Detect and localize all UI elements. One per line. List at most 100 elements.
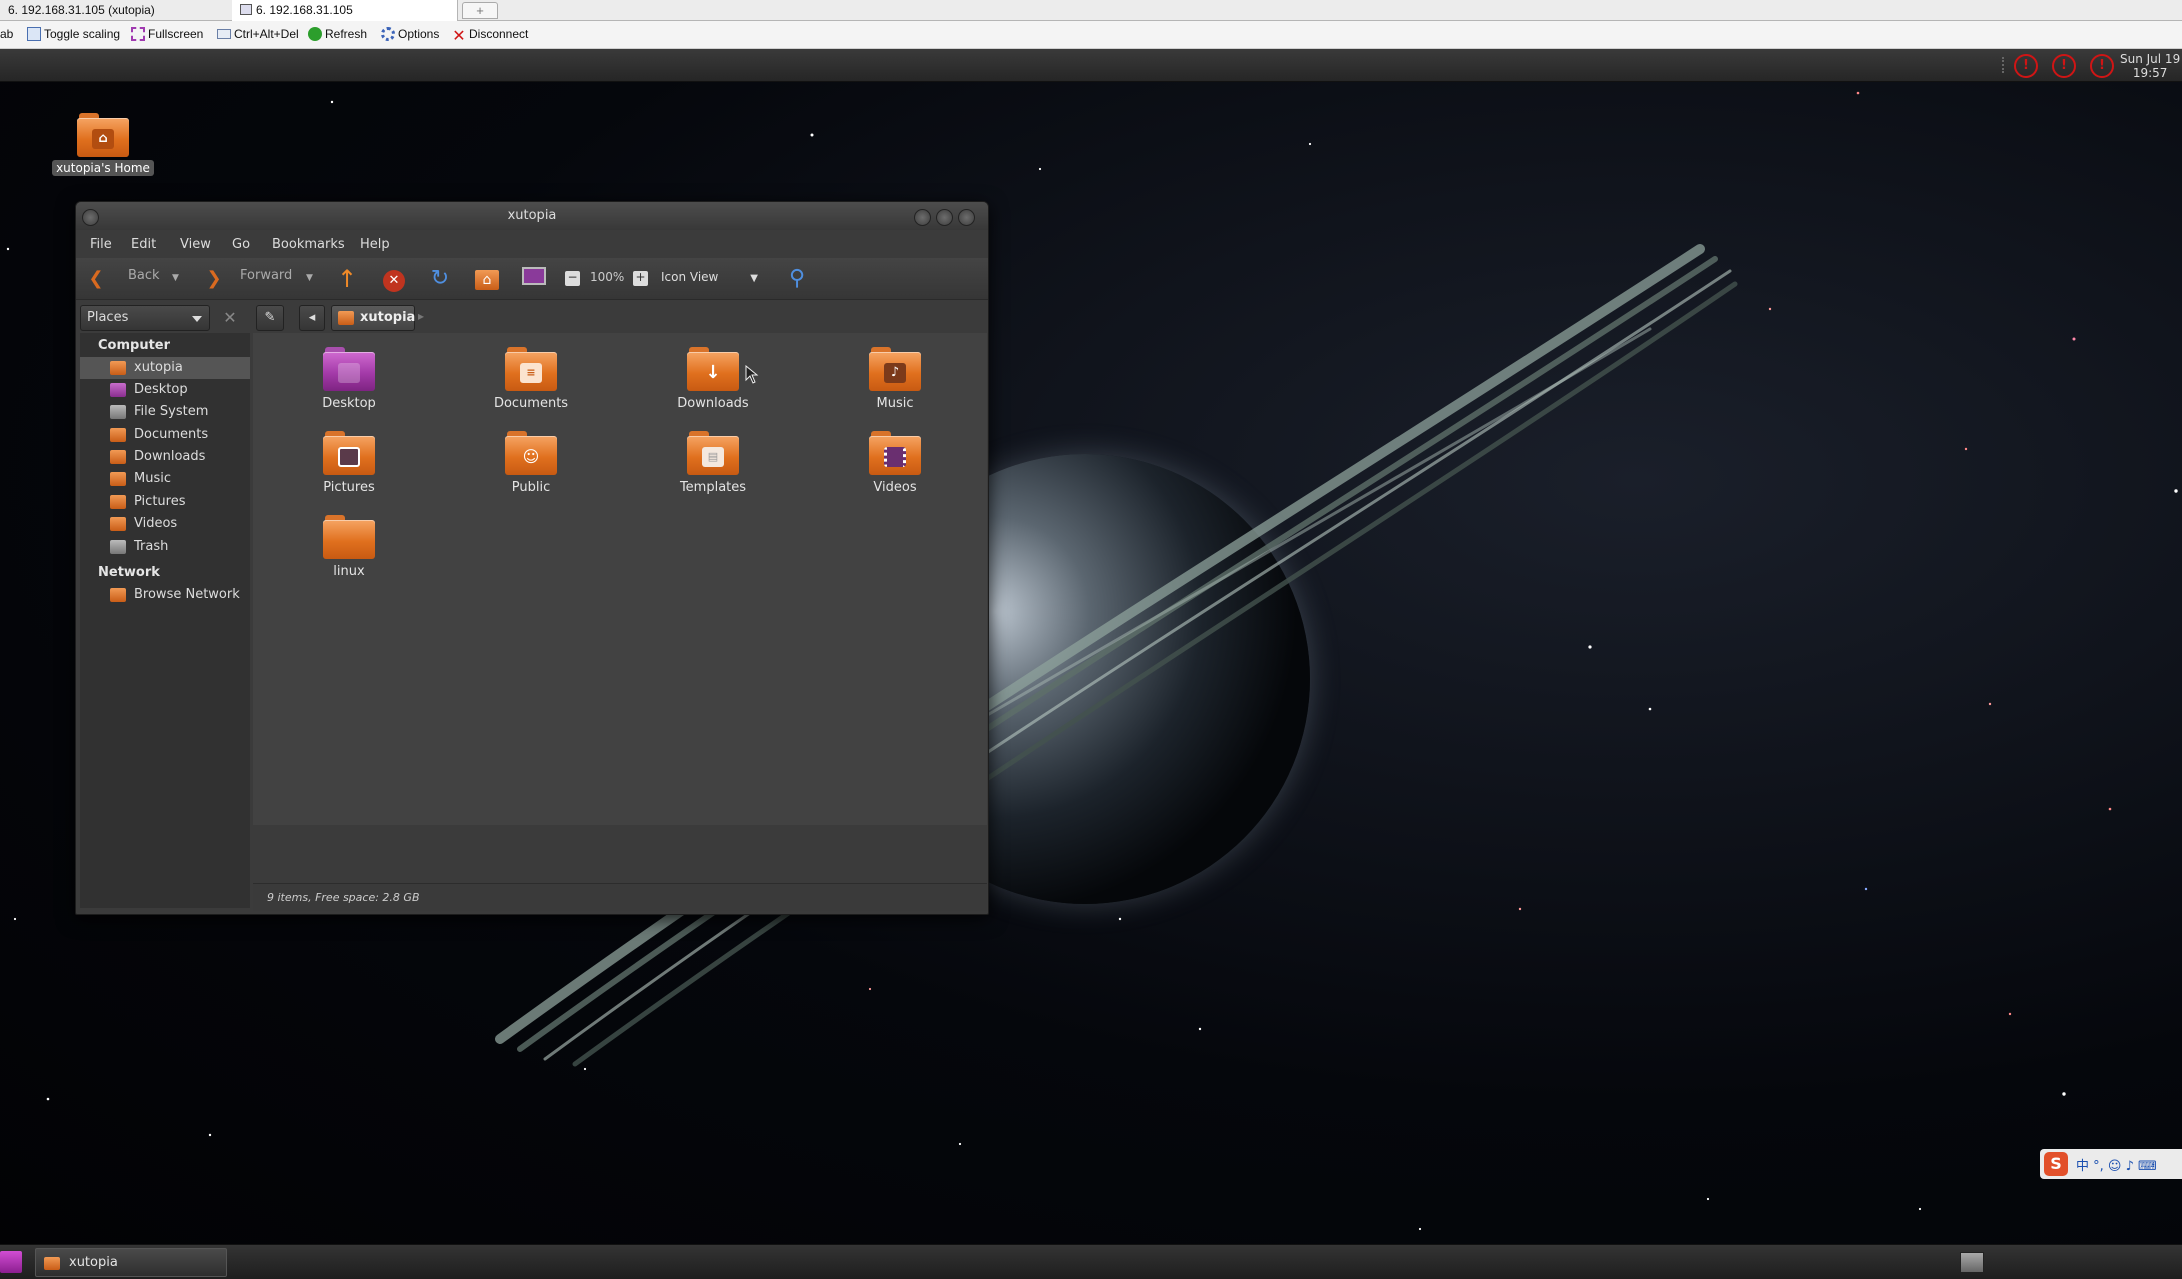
view-mode-select[interactable]: Icon View ▼ [661,270,758,284]
fullscreen-button[interactable]: Fullscreen [131,27,203,41]
home-folder-icon [44,1257,60,1270]
up-arrow-icon[interactable]: ↑ [335,267,359,291]
show-desktop-icon[interactable] [1960,1252,1984,1273]
alert-icon[interactable]: ! [2052,54,2076,78]
sidebar-item-pictures[interactable]: Pictures [80,491,250,513]
sidebar-item-music[interactable]: Music [80,468,250,490]
minimize-button[interactable] [914,209,931,226]
sogou-logo-icon[interactable]: S [2044,1152,2068,1176]
sidebar-item-downloads[interactable]: Downloads [80,446,250,468]
keyboard-icon [217,29,231,39]
file-item-music[interactable]: ♪ Music [825,347,965,411]
sidebar-close-icon[interactable]: ✕ [218,305,242,331]
file-item-label: Public [511,480,551,495]
ctrl-alt-del-button[interactable]: Ctrl+Alt+Del [217,27,299,41]
toolbar-partial-label[interactable]: ab [0,27,13,41]
clock[interactable]: Sun Jul 19 19:57 [2120,52,2180,80]
home-folder-icon [338,311,354,325]
path-scroll-right-button[interactable]: ▸ [418,309,424,323]
file-item-documents[interactable]: ≡ Documents [461,347,601,411]
back-button[interactable]: Back [128,268,160,283]
file-item-downloads[interactable]: ↓ Downloads [643,347,783,411]
alert-icon[interactable]: ! [2090,54,2114,78]
sidebar-item-documents[interactable]: Documents [80,424,250,446]
disconnect-button[interactable]: ✕ Disconnect [452,26,528,45]
places-dropdown[interactable]: Places [80,305,210,331]
home-desktop-icon[interactable]: ⌂ xutopia's Home [48,113,158,176]
breadcrumb[interactable]: xutopia [331,305,415,331]
search-icon[interactable]: ⚲ [785,267,809,291]
sidebar-item-xutopia[interactable]: xutopia [80,357,250,379]
home-button[interactable]: ⌂ [475,267,499,291]
sidebar-item-videos[interactable]: Videos [80,513,250,535]
file-item-label: Desktop [322,396,376,411]
sidebar-item-browse-network[interactable]: Browse Network [80,584,250,606]
computer-button[interactable] [522,267,546,291]
menu-file[interactable]: File [90,237,112,252]
sidebar-section-network: Network [98,565,160,580]
back-arrow-icon[interactable]: ❮ [84,267,108,291]
stop-button[interactable]: ✕ [382,267,406,292]
sidebar-item-trash[interactable]: Trash [80,536,250,558]
file-item-templates[interactable]: ▤ Templates [643,431,783,495]
home-folder-icon [110,361,126,375]
desktop-folder-icon [323,347,375,391]
places-dropdown-label: Places [87,310,129,325]
network-folder-icon [110,588,126,602]
sidebar-item-label: Desktop [134,382,188,397]
videos-folder-icon [110,517,126,531]
app-menu-icon[interactable] [0,1251,22,1273]
file-icon-view[interactable]: Desktop ≡ Documents ↓ Downloads ♪ Music … [253,333,987,825]
zoom-out-button[interactable]: − [565,271,580,286]
edit-location-button[interactable]: ✎ [256,305,284,331]
options-button[interactable]: Options [381,27,439,41]
menu-edit[interactable]: Edit [131,237,156,252]
browser-tab-1[interactable]: 6. 192.168.31.105 (xutopia) [0,0,230,21]
sidebar-item-desktop[interactable]: Desktop [80,379,250,401]
file-item-label: linux [333,564,365,579]
zoom-in-button[interactable]: + [633,271,648,286]
browser-tab-2[interactable]: 6. 192.168.31.105 [232,0,458,21]
refresh-button[interactable]: Refresh [308,27,367,41]
documents-folder-icon [110,428,126,442]
browser-toolbar: ab Toggle scaling Fullscreen Ctrl+Alt+De… [0,21,2182,49]
file-item-public[interactable]: ☺ Public [461,431,601,495]
window-titlebar[interactable]: xutopia [76,202,988,230]
refresh-icon [308,27,322,41]
close-button[interactable] [958,209,975,226]
forward-button[interactable]: Forward [240,268,292,283]
alert-icon[interactable]: ! [2014,54,2038,78]
file-item-videos[interactable]: Videos [825,431,965,495]
file-item-label: Templates [679,480,747,495]
toggle-scaling-button[interactable]: Toggle scaling [27,27,120,41]
file-item-linux[interactable]: linux [279,515,419,579]
menu-view[interactable]: View [180,237,211,252]
folder-icon [323,515,375,559]
sidebar-item-label: xutopia [134,360,183,375]
sidebar-item-file-system[interactable]: File System [80,401,250,423]
forward-arrow-icon[interactable]: ❯ [202,267,226,291]
file-item-pictures[interactable]: Pictures [279,431,419,495]
fullscreen-icon [131,27,145,41]
remote-desktop[interactable]: ! ! ! Sun Jul 19 19:57 ⌂ xutopia's Home … [0,49,2182,1279]
window-title: xutopia [507,208,557,223]
reload-icon[interactable]: ↻ [428,267,452,291]
sidebar-item-label: Browse Network [134,587,240,602]
taskbar-window-xutopia[interactable]: xutopia [35,1248,227,1277]
back-history-chevron-icon[interactable]: ▼ [172,273,179,283]
new-tab-button[interactable]: + [462,2,498,19]
close-icon: ✕ [452,26,466,45]
ime-toolbar[interactable]: S 中 °, ☺ ♪ ⌨ [2040,1149,2182,1179]
templates-folder-icon: ▤ [687,431,739,475]
path-scroll-left-button[interactable]: ◂ [299,305,325,331]
menu-go[interactable]: Go [232,237,250,252]
menu-bookmarks[interactable]: Bookmarks [272,237,345,252]
browser-tab-label: 6. 192.168.31.105 (xutopia) [8,3,155,17]
forward-history-chevron-icon[interactable]: ▼ [306,273,313,283]
file-item-desktop[interactable]: Desktop [279,347,419,411]
taskbar-window-label: xutopia [69,1255,118,1270]
home-icon: ⌂ [475,270,499,290]
ime-controls[interactable]: 中 °, ☺ ♪ ⌨ [2076,1155,2157,1174]
maximize-button[interactable] [936,209,953,226]
menu-help[interactable]: Help [360,237,390,252]
